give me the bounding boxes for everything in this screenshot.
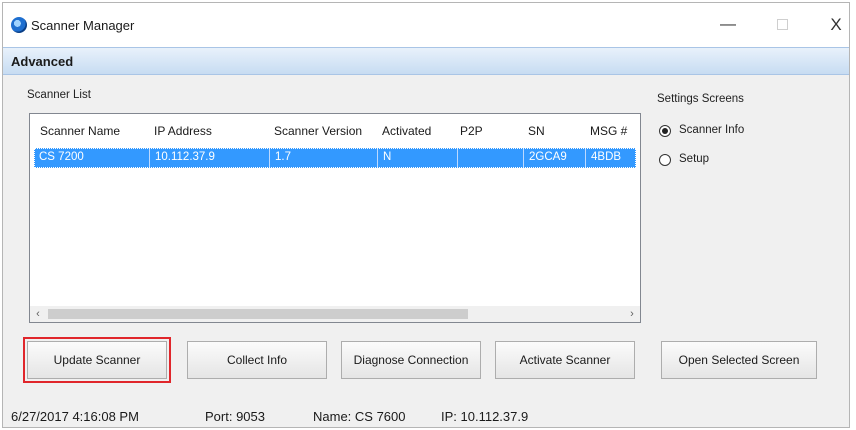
maximize-icon — [776, 19, 788, 31]
table-row[interactable]: CS 7200 10.112.37.9 1.7 N 2GCA9 4BDB — [34, 148, 636, 168]
scanner-list[interactable]: Scanner Name IP Address Scanner Version … — [29, 113, 641, 323]
open-selected-screen-button[interactable]: Open Selected Screen — [661, 341, 817, 379]
maximize-button[interactable] — [767, 13, 797, 37]
scroll-left-icon[interactable]: ‹ — [30, 306, 46, 322]
scanner-list-label: Scanner List — [27, 89, 91, 101]
cell-divider — [585, 149, 586, 167]
status-ip: IP: 10.112.37.9 — [441, 409, 529, 424]
status-port: Port: 9053 — [205, 409, 265, 424]
radio-label-setup: Setup — [679, 153, 710, 165]
status-timestamp: 6/27/2017 4:16:08 PM — [11, 409, 139, 424]
title-bar[interactable]: Scanner Manager — X — [3, 3, 849, 47]
column-header-p2p[interactable]: P2P — [460, 124, 483, 138]
column-header-scanner-version[interactable]: Scanner Version — [274, 124, 362, 138]
scroll-right-icon[interactable]: › — [624, 306, 640, 322]
column-header-sn[interactable]: SN — [528, 124, 545, 138]
minimize-icon: — — [720, 16, 736, 33]
cell-divider — [149, 149, 150, 167]
radio-selected-icon[interactable] — [659, 125, 671, 137]
cell-scanner-version: 1.7 — [275, 151, 291, 163]
cell-activated: N — [383, 151, 392, 163]
diagnose-connection-button[interactable]: Diagnose Connection — [341, 341, 481, 379]
column-header-activated[interactable]: Activated — [382, 124, 431, 138]
cell-msg: 4BDB — [591, 151, 622, 163]
cell-divider — [523, 149, 524, 167]
cell-divider — [457, 149, 458, 167]
settings-screens-label: Settings Screens — [657, 93, 744, 105]
radio-unselected-icon[interactable] — [659, 154, 671, 166]
collect-info-button[interactable]: Collect Info — [187, 341, 327, 379]
close-button[interactable]: X — [821, 13, 851, 37]
section-header: Advanced — [3, 47, 849, 75]
scrollbar-thumb[interactable] — [48, 309, 468, 319]
column-header-msg[interactable]: MSG # — [590, 124, 627, 138]
activate-scanner-button[interactable]: Activate Scanner — [495, 341, 635, 379]
scanner-manager-window: Scanner Manager — X Advanced Scanner Lis… — [2, 2, 850, 428]
scanner-manager-logo-icon — [11, 17, 27, 33]
cell-ip-address: 10.112.37.9 — [155, 151, 215, 163]
cell-sn: 2GCA9 — [529, 151, 567, 163]
scanner-list-header: Scanner Name IP Address Scanner Version … — [30, 114, 640, 148]
status-name: Name: CS 7600 — [313, 409, 406, 424]
window-title: Scanner Manager — [31, 18, 135, 33]
radio-label-scanner-info: Scanner Info — [679, 124, 745, 136]
column-header-ip-address[interactable]: IP Address — [154, 124, 212, 138]
cell-divider — [377, 149, 378, 167]
update-scanner-button[interactable]: Update Scanner — [23, 337, 171, 383]
close-icon: X — [830, 15, 842, 34]
horizontal-scrollbar[interactable]: ‹ › — [30, 306, 640, 322]
cell-scanner-name: CS 7200 — [39, 151, 84, 163]
section-header-title: Advanced — [11, 54, 74, 69]
column-header-scanner-name[interactable]: Scanner Name — [40, 124, 120, 138]
minimize-button[interactable]: — — [713, 13, 743, 37]
cell-divider — [269, 149, 270, 167]
